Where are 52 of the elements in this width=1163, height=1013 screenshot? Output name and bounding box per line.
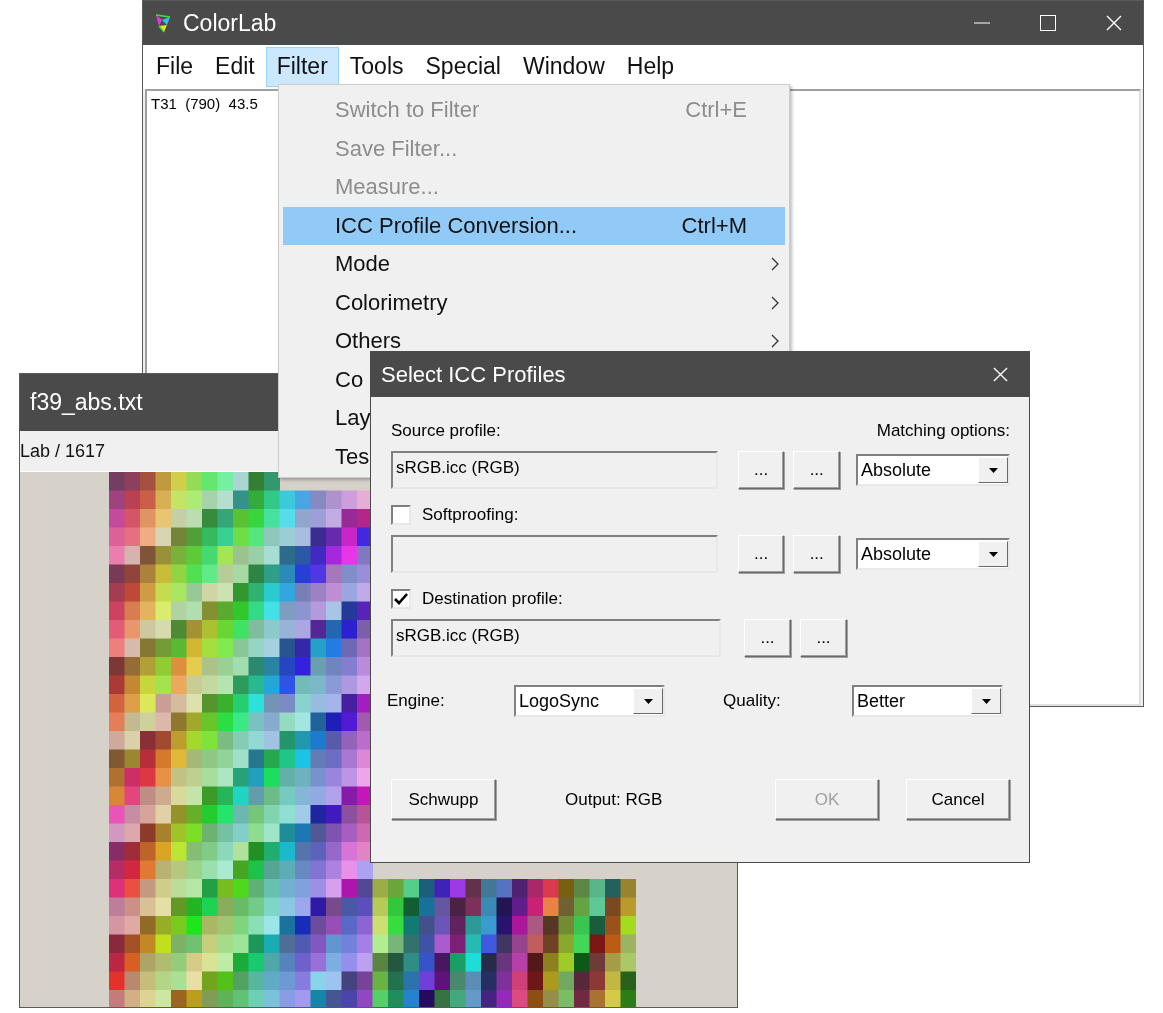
engine-dropdown[interactable]: LogoSync: [514, 685, 665, 717]
profile-field[interactable]: sRGB.icc (RGB): [391, 451, 718, 489]
quality-dropdown[interactable]: Better: [852, 685, 1003, 717]
window-title: f39_abs.txt: [30, 389, 144, 416]
window-title: ColorLab: [183, 9, 278, 37]
checkbox[interactable]: [391, 505, 411, 525]
info-text: Lab / 1617: [20, 440, 106, 462]
checkmark-icon: [394, 593, 408, 605]
menu-item[interactable]: Special: [414, 47, 512, 87]
menu-entry[interactable]: ICC Profile Conversion... Ctrl+M: [283, 206, 785, 245]
profile-label: Softproofing:: [422, 505, 520, 525]
menu-entry[interactable]: Colorimetry: [283, 283, 785, 322]
matching-label: Matching options:: [876, 421, 1010, 441]
browse-button[interactable]: ...: [737, 535, 785, 573]
menu-item[interactable]: Window: [511, 47, 616, 87]
matching-dropdown[interactable]: Absolute: [856, 538, 1010, 570]
close-icon[interactable]: [1106, 15, 1122, 31]
browse-button[interactable]: ...: [737, 451, 785, 489]
profile-field[interactable]: [391, 535, 718, 573]
browse-button[interactable]: ...: [744, 619, 791, 657]
content-text: T31 (790) 43.5: [151, 95, 258, 112]
menu-item[interactable]: Tools: [338, 47, 415, 87]
quality-label: Quality:: [723, 691, 782, 711]
menu-entry[interactable]: Mode: [283, 245, 785, 284]
minimize-icon: [974, 22, 990, 24]
menu-item[interactable]: Help: [615, 47, 686, 87]
caret-icon: [643, 698, 653, 704]
profile-label: Source profile:: [391, 421, 502, 441]
profile-label: Destination profile:: [422, 589, 564, 609]
dialog-button[interactable]: Schwupp: [391, 779, 496, 820]
browse-button[interactable]: ...: [793, 451, 840, 489]
output-text: Output: RGB: [565, 789, 664, 810]
checkbox[interactable]: [391, 589, 411, 609]
profile-field[interactable]: sRGB.icc (RGB): [391, 619, 721, 657]
menu-item[interactable]: Edit: [204, 47, 266, 87]
caret-icon: [988, 551, 998, 557]
maximize-icon: [1040, 15, 1056, 31]
menu-item[interactable]: Filter: [265, 47, 339, 87]
browse-button[interactable]: ...: [800, 619, 847, 657]
dropdown-button[interactable]: [978, 457, 1008, 483]
menu-item[interactable]: File: [145, 47, 205, 87]
matching-dropdown[interactable]: Absolute: [856, 454, 1010, 486]
caret-icon: [981, 698, 991, 704]
close-icon[interactable]: [992, 367, 1008, 382]
dialog-button[interactable]: Cancel: [906, 779, 1010, 820]
browse-button[interactable]: ...: [793, 535, 840, 573]
caret-icon: [988, 467, 998, 473]
dialog-title: Select ICC Profiles: [381, 361, 567, 388]
dropdown-button[interactable]: [633, 688, 663, 714]
dropdown-button[interactable]: [978, 541, 1008, 567]
engine-label: Engine:: [387, 691, 446, 711]
dropdown-button[interactable]: [971, 688, 1001, 714]
